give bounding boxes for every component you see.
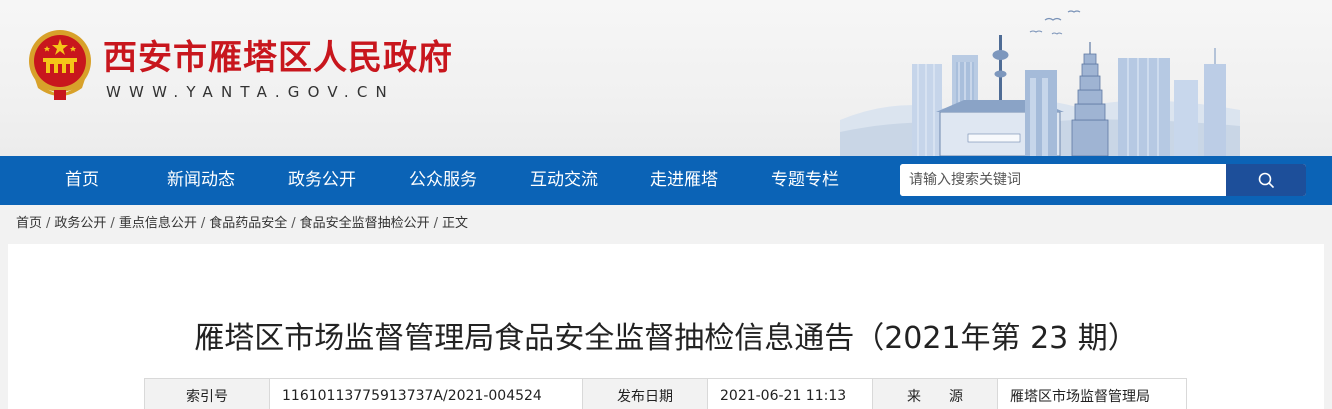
nav-item-topics[interactable]: 专题专栏 [771,156,839,205]
breadcrumb-current: 正文 [442,216,469,231]
breadcrumb-key-info[interactable]: 重点信息公开 [119,216,197,231]
breadcrumb-food-drug-safety[interactable]: 食品药品安全 [209,216,287,231]
article-title: 雁塔区市场监督管理局食品安全监督抽检信息通告（2021年第 23 期） [194,321,1138,356]
site-name[interactable]: 西安市雁塔区人民政府 [103,30,453,79]
search-icon [1258,172,1274,188]
meta-date-label: 发布日期 [582,378,708,409]
city-skyline-illustration [840,10,1240,156]
search-input[interactable] [900,164,1226,196]
meta-source-label: 来 源 [872,378,998,409]
search-button[interactable] [1226,164,1306,196]
search-box [900,164,1306,196]
site-url: WWW.YANTA.GOV.CN [106,83,395,101]
nav-item-interaction[interactable]: 互动交流 [530,156,598,205]
national-emblem-icon [29,30,91,100]
meta-date-value: 2021-06-21 11:13 [707,378,873,409]
meta-row: 索引号 11610113775913737A/2021-004524 发布日期 … [144,378,1187,409]
breadcrumb-home[interactable]: 首页 [16,216,42,231]
meta-index-value: 11610113775913737A/2021-004524 [269,378,583,409]
meta-index-label: 索引号 [144,378,270,409]
nav-item-about-yanta[interactable]: 走进雁塔 [650,156,718,205]
nav-item-gov-affairs[interactable]: 政务公开 [288,156,356,205]
breadcrumb-inspection-disclosure[interactable]: 食品安全监督抽检公开 [300,216,430,231]
nav-item-public-service[interactable]: 公众服务 [409,156,477,205]
nav-item-news[interactable]: 新闻动态 [167,156,235,205]
header-banner: 西安市雁塔区人民政府 WWW.YANTA.GOV.CN [0,0,1332,156]
breadcrumb-gov-affairs[interactable]: 政务公开 [54,216,106,231]
article-meta-table: 索引号 11610113775913737A/2021-004524 发布日期 … [144,378,1187,409]
breadcrumb: 首页 / 政务公开 / 重点信息公开 / 食品药品安全 / 食品安全监督抽检公开 / 正文 [16,216,469,231]
meta-source-value: 雁塔区市场监督管理局 [997,378,1187,409]
nav-item-home[interactable]: 首页 [65,156,99,205]
